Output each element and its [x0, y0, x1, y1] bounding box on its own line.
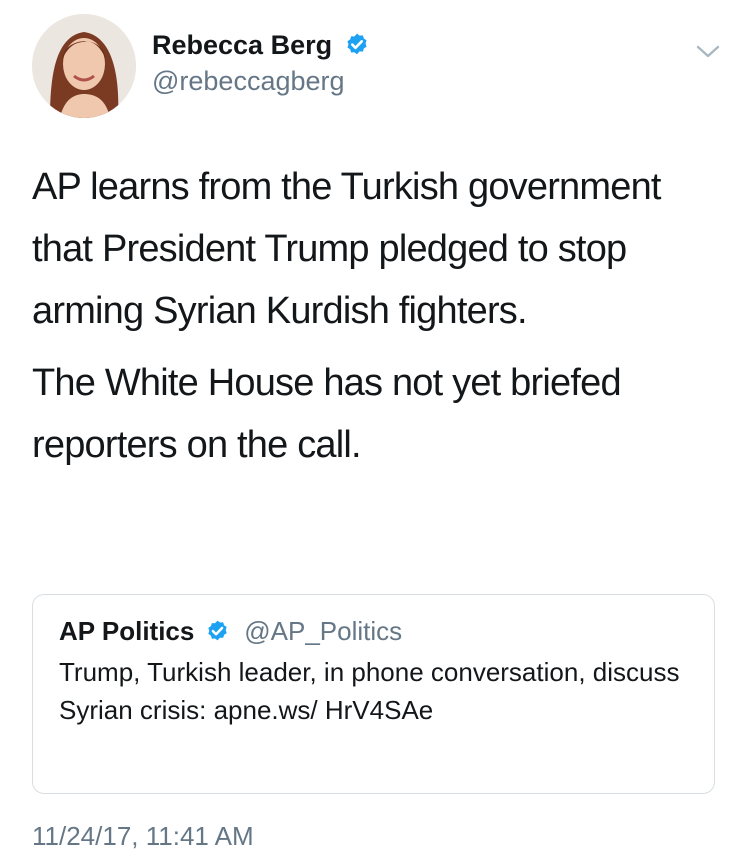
quoted-tweet-text: Trump, Turkish leader, in phone conversa…: [59, 657, 680, 726]
quoted-author-handle: @AP_Politics: [244, 616, 403, 646]
author-handle[interactable]: @rebeccagberg: [152, 64, 370, 98]
verified-badge-icon: [347, 33, 367, 55]
verified-badge-icon: [208, 620, 227, 640]
tweet-paragraph: AP learns from the Turkish government th…: [32, 166, 661, 332]
avatar-image: [32, 14, 136, 118]
tweet-timestamp[interactable]: 11/24/17, 11:41 AM: [32, 818, 254, 854]
quoted-tweet-header: AP Politics @AP_Politics: [59, 615, 688, 647]
tweet-paragraph: The White House has not yet briefed repo…: [32, 362, 622, 466]
avatar[interactable]: [32, 14, 136, 118]
tweet-header: Rebecca Berg @rebeccagberg: [32, 14, 732, 118]
author-names: Rebecca Berg @rebeccagberg: [152, 28, 370, 98]
chevron-down-icon[interactable]: [694, 42, 722, 62]
quoted-author-name: AP Politics: [59, 616, 195, 646]
tweet-body: AP learns from the Turkish government th…: [32, 156, 722, 486]
author-display-name[interactable]: Rebecca Berg: [152, 28, 332, 62]
quoted-tweet-card[interactable]: AP Politics @AP_Politics Trump, Turkish …: [32, 594, 715, 794]
